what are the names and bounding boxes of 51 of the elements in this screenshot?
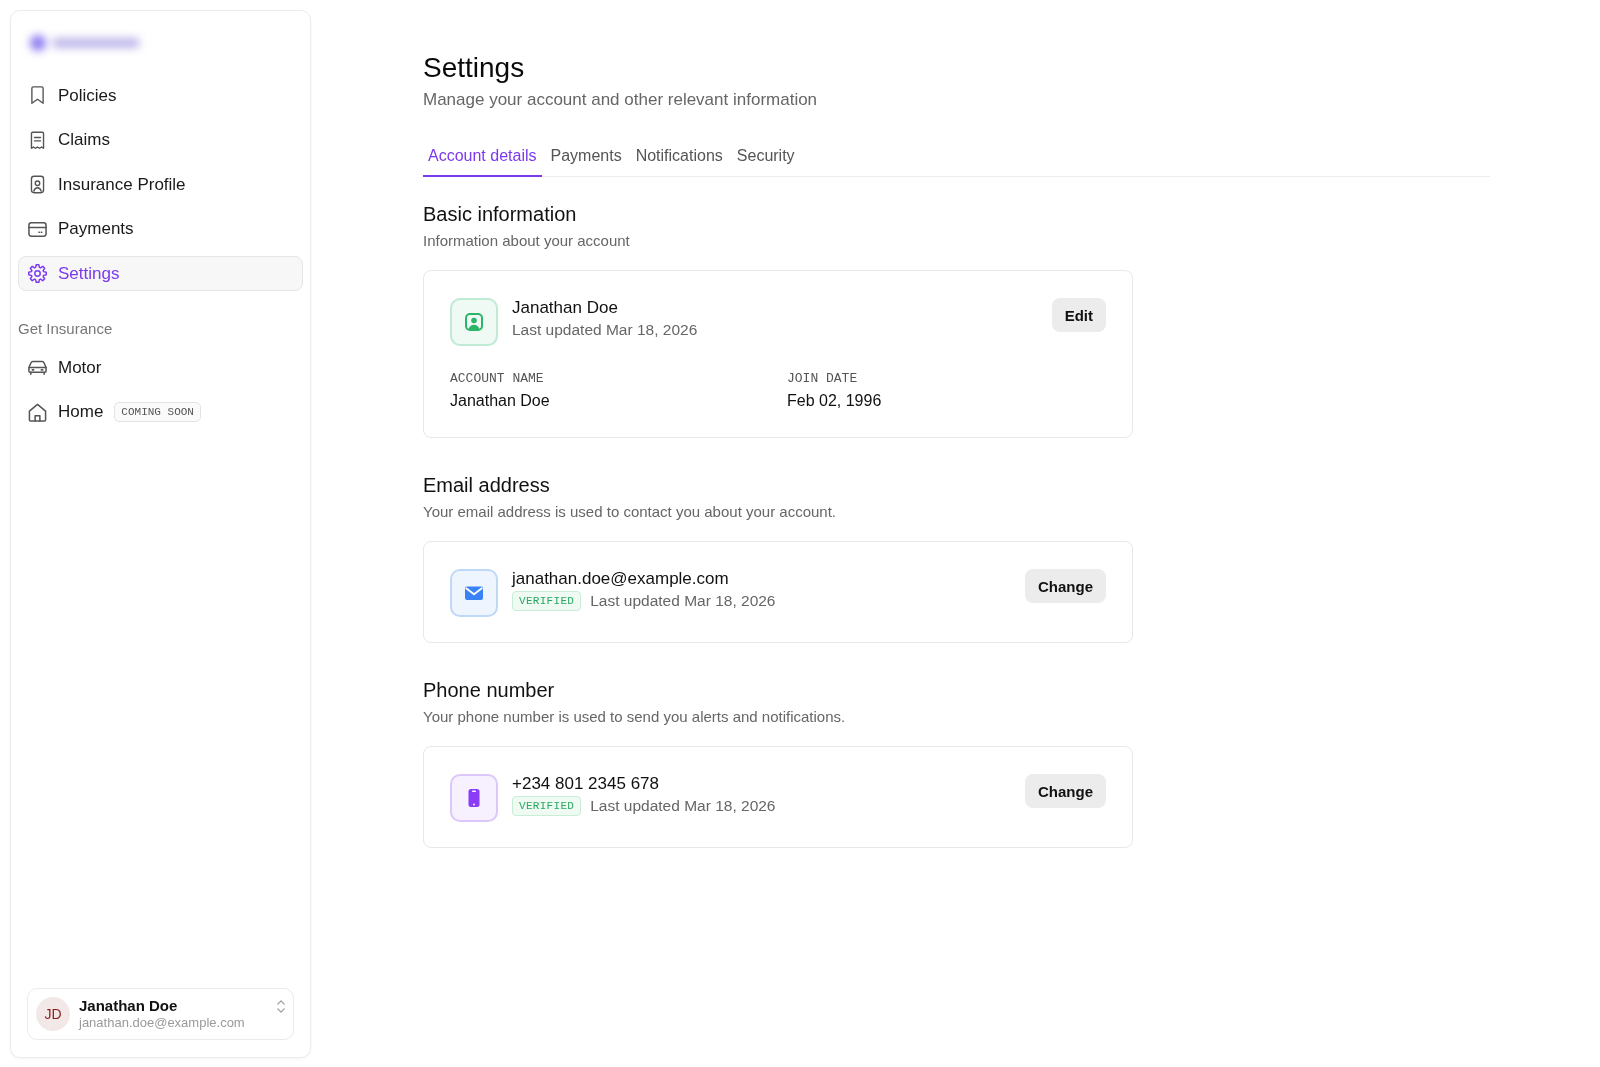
credit-card-icon [28,219,47,239]
account-name: Janathan Doe [512,297,619,319]
section-description: Information about your account [423,231,631,251]
nav-item[interactable]: Insurance Profile [18,167,303,203]
nav-item[interactable]: Settings [18,256,303,292]
field-value: Janathan Doe [450,391,551,411]
section-description: Your email address is used to contact you about your account. [423,502,838,522]
profile-icon [28,175,47,195]
phone-number: +234 801 2345 678 [512,773,660,795]
last-updated-text: Last updated Mar 18, 2026 [512,320,698,340]
change-button[interactable]: Change [1025,569,1106,603]
mail-icon [450,569,498,617]
nav-item[interactable]: Home COMING SOON [18,394,303,430]
section-heading: Basic information [423,202,578,226]
tab[interactable]: Payments [545,137,627,177]
tab[interactable]: Account details [423,137,542,177]
bookmark-icon [28,86,47,105]
section-label: Get Insurance [18,320,114,339]
page-title: Settings [423,52,526,84]
verified-badge: VERIFIED [512,796,582,816]
field-label: ACCOUNT NAME [450,370,545,388]
nav-item[interactable]: Claims [18,122,303,158]
last-updated-text: Last updated Mar 18, 2026 [590,796,776,816]
tab[interactable]: Notifications [630,137,728,177]
verified-badge: VERIFIED [512,591,582,611]
account-switcher[interactable]: JD Janathan Doe janathan.doe@example.com [27,988,294,1040]
section-description: Your phone number is used to send you alerts and notifications. [423,707,847,727]
last-updated-text: Last updated Mar 18, 2026 [590,591,776,611]
settings-icon [28,264,47,284]
user-icon [450,298,498,346]
nav-item[interactable]: Motor [18,350,303,386]
edit-button[interactable]: Edit [1051,298,1106,332]
section-heading: Email address [423,473,551,497]
tab[interactable]: Security [731,137,800,177]
avatar: JD [36,997,70,1031]
chevron-up-down-icon[interactable] [277,1000,285,1013]
page-subtitle: Manage your account and other relevant information [423,89,819,111]
user-email: janathan.doe@example.com [79,1015,246,1031]
document-icon [28,130,47,150]
user-name: Janathan Doe [79,997,179,1015]
section-heading: Phone number [423,678,556,702]
nav-item[interactable]: Payments [18,211,303,247]
field-label: JOIN DATE [787,370,859,388]
phone-icon [450,774,498,822]
coming-soon-badge: COMING SOON [114,402,201,423]
house-icon [28,402,47,422]
car-icon [28,358,47,378]
field-value: Feb 02, 1996 [787,391,883,411]
nav-item[interactable]: Policies [18,78,303,113]
email-address: janathan.doe@example.com [512,568,730,590]
change-button[interactable]: Change [1025,774,1106,808]
